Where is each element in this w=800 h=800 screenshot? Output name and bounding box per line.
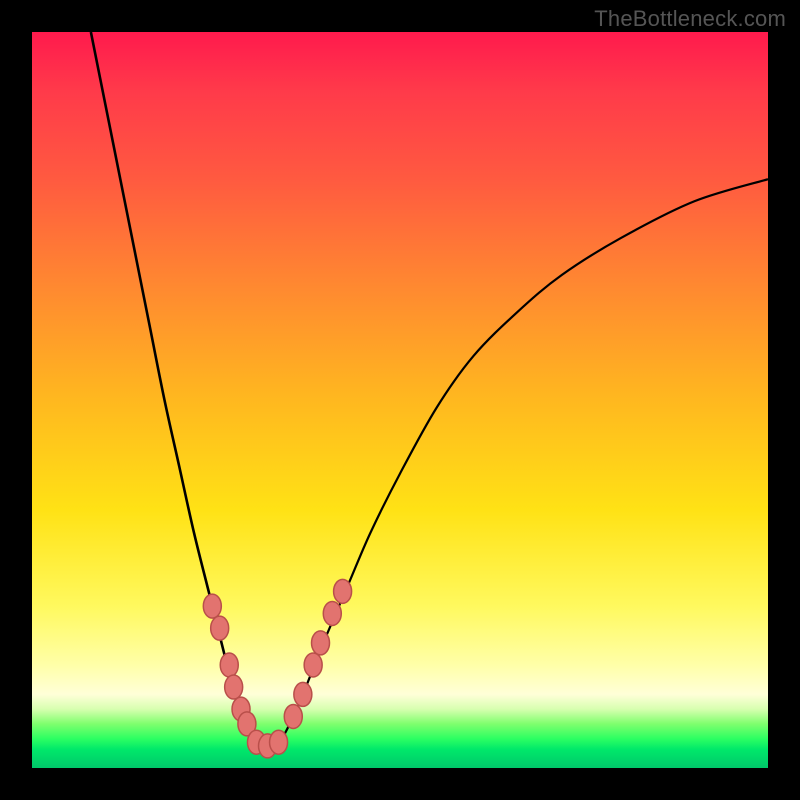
bead-marker — [304, 653, 322, 677]
bead-marker — [225, 675, 243, 699]
bead-marker — [323, 601, 341, 625]
watermark-text: TheBottleneck.com — [594, 6, 786, 32]
bead-marker — [203, 594, 221, 618]
curve-right-path — [282, 179, 768, 738]
curve-group — [91, 32, 768, 746]
bead-marker — [312, 631, 330, 655]
bead-marker — [284, 704, 302, 728]
plot-area — [32, 32, 768, 768]
bead-marker — [294, 682, 312, 706]
outer-frame: TheBottleneck.com — [0, 0, 800, 800]
bead-group — [203, 579, 351, 758]
bead-marker — [334, 579, 352, 603]
curve-svg — [32, 32, 768, 768]
bead-marker — [220, 653, 238, 677]
bead-marker — [270, 730, 288, 754]
bead-marker — [211, 616, 229, 640]
